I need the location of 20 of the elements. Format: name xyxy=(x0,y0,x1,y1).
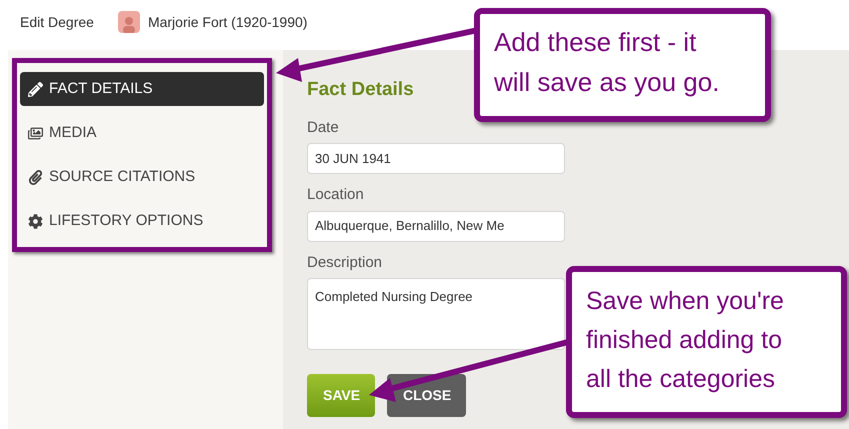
sidebar-tab[interactable]: SOURCE CITATIONS xyxy=(20,160,264,194)
field-label: Date xyxy=(307,118,340,138)
text-field[interactable]: 30 JUN 1941 xyxy=(307,143,565,174)
sidebar-tab[interactable]: LIFESTORY OPTIONS xyxy=(20,204,264,238)
callout: Add these first - it will save as you go. xyxy=(474,8,771,122)
callout: Save when you're finished adding to all the categories xyxy=(566,266,847,418)
avatar-icon xyxy=(118,11,140,33)
sidebar-tab[interactable]: FACT DETAILS xyxy=(20,72,264,106)
person-name: Marjorie Fort (1920-1990) xyxy=(148,12,308,32)
gear-icon xyxy=(28,214,43,228)
sidebar-tab[interactable]: MEDIA xyxy=(20,116,264,150)
photos-icon xyxy=(28,126,43,140)
page-title: Edit Degree xyxy=(20,12,94,32)
description-field[interactable]: Completed Nursing Degree xyxy=(307,278,565,350)
paperclip-icon xyxy=(28,170,43,184)
field-label: Location xyxy=(307,185,365,205)
field-label: Description xyxy=(307,252,384,272)
form-heading: Fact Details xyxy=(307,78,414,102)
text-field[interactable]: Albuquerque, Bernalillo, New Me xyxy=(307,210,565,242)
pencil-icon xyxy=(28,82,43,96)
